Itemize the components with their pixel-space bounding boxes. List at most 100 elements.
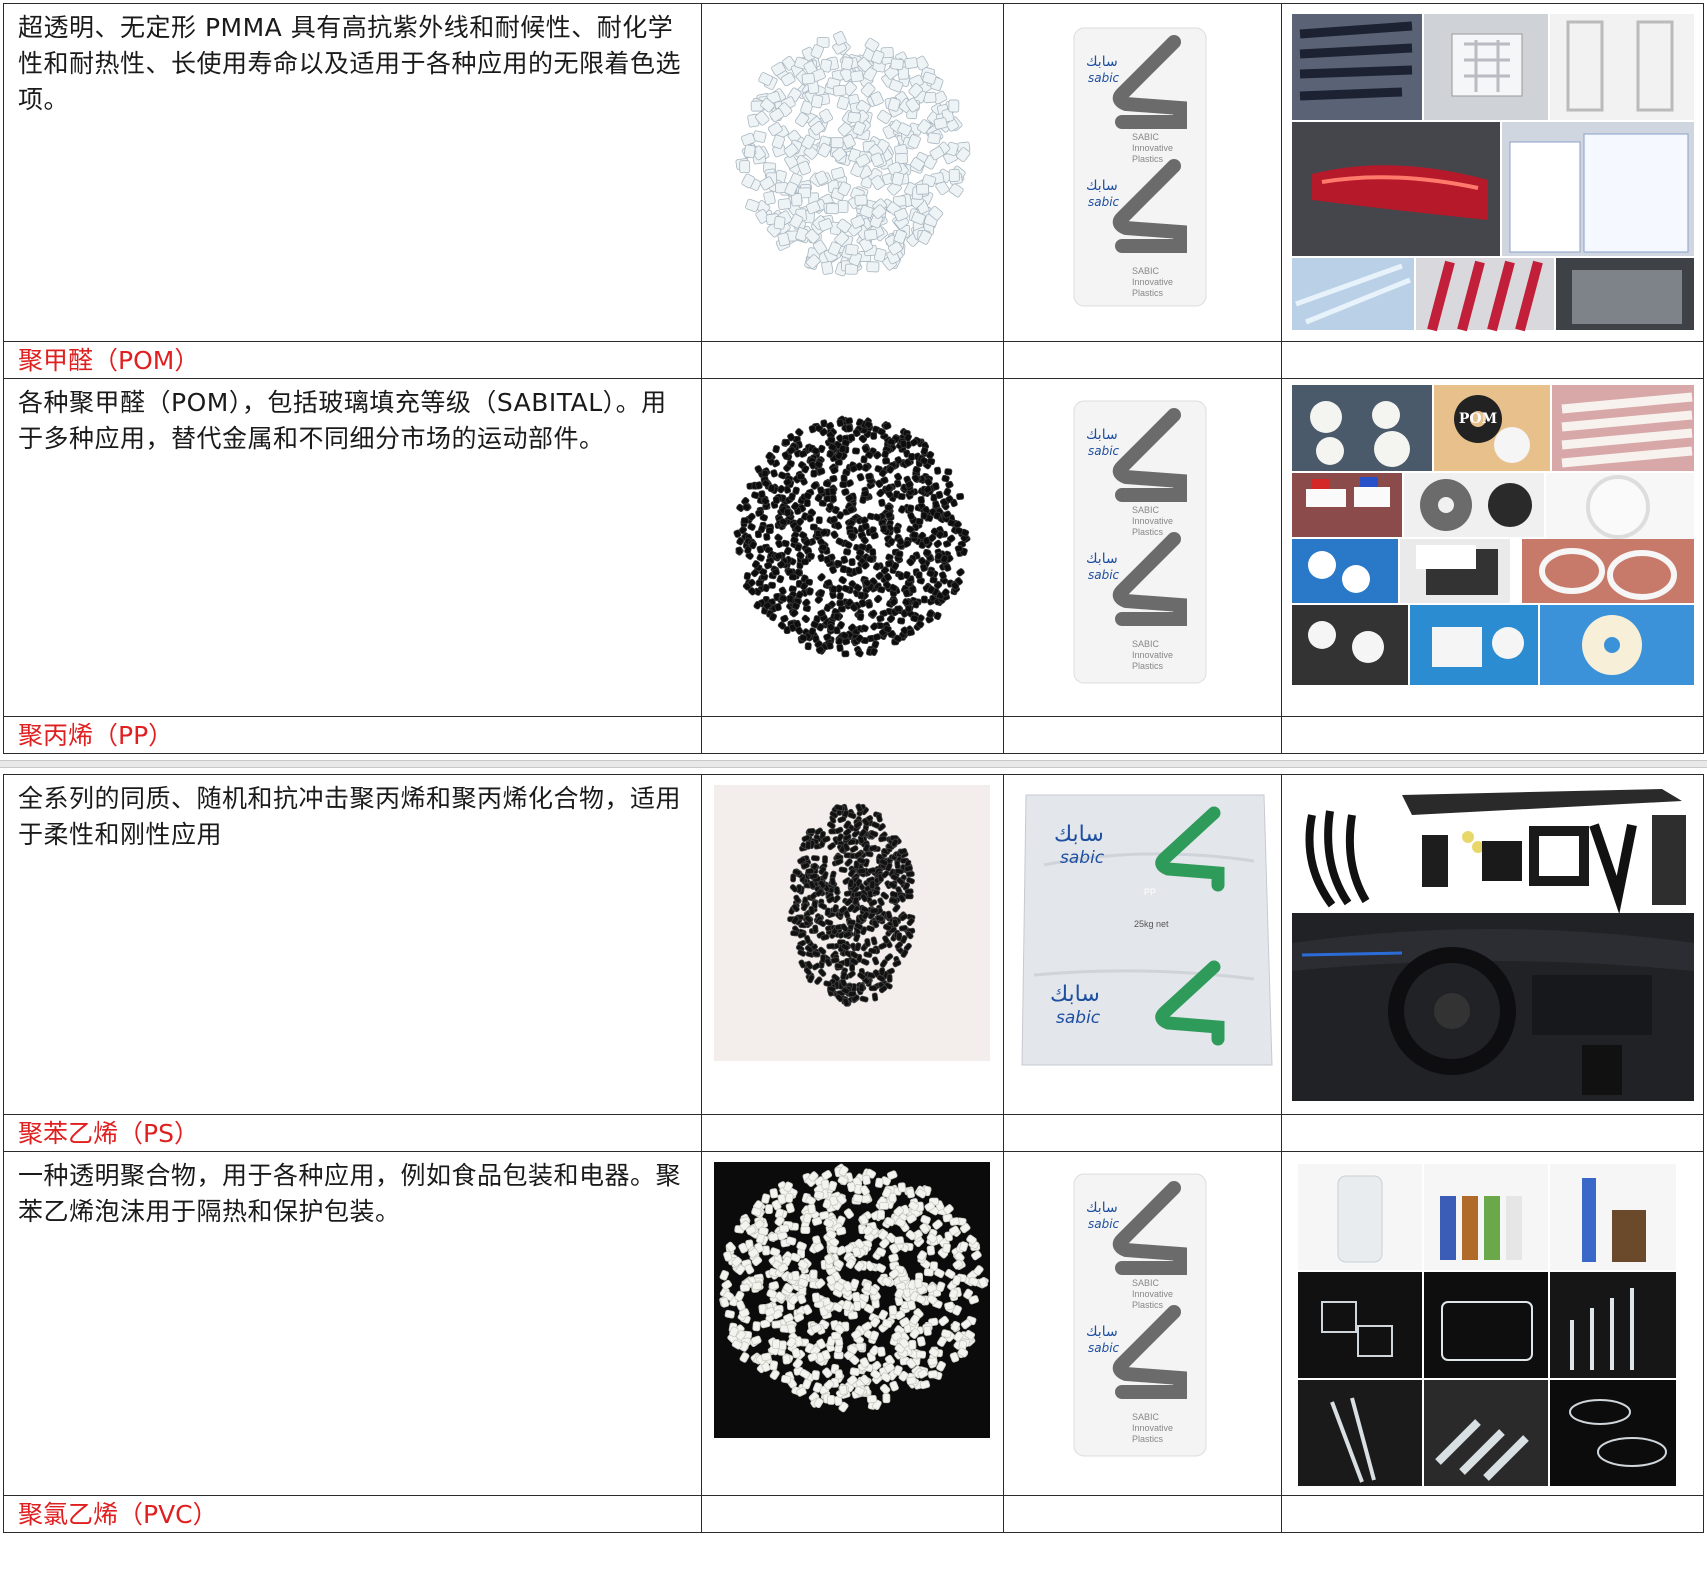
pellets-image-cell	[701, 1151, 1004, 1496]
pellet	[917, 495, 925, 505]
pellet	[743, 572, 752, 581]
pellet	[800, 1226, 811, 1234]
pellet	[906, 1376, 917, 1385]
pellet	[894, 868, 904, 875]
pellet	[880, 524, 888, 533]
pellet	[916, 1336, 926, 1347]
pellet	[914, 1278, 923, 1289]
pellet	[788, 573, 797, 581]
bag-caption-4: SABIC	[1132, 639, 1160, 649]
pellet	[796, 473, 805, 481]
pellet	[894, 472, 903, 482]
pellet	[908, 452, 916, 461]
pellet	[836, 95, 850, 111]
materials-table-1: 超透明、无定形 PMMA 具有高抗紫外线和耐候性、耐化学性和耐热性、长使用寿命以…	[3, 3, 1704, 754]
pellet	[885, 511, 894, 519]
pellet	[836, 643, 844, 652]
pellet	[927, 457, 936, 466]
materials-table-2: 全系列的同质、随机和抗冲击聚丙烯和聚丙烯化合物，适用于柔性和刚性应用 سابك …	[3, 774, 1704, 1533]
pellet	[956, 568, 965, 577]
pellet	[845, 424, 853, 433]
pellet	[829, 585, 838, 594]
pellet	[840, 56, 854, 71]
pellet	[852, 447, 860, 455]
pellet	[838, 866, 848, 874]
pellet	[810, 855, 820, 862]
bag-caption-2: Innovative	[1132, 1289, 1173, 1299]
pellet	[778, 1340, 787, 1351]
pellet	[843, 548, 852, 556]
pellet	[854, 194, 868, 206]
pellet	[775, 539, 784, 549]
pellet	[942, 1242, 951, 1254]
pellet	[772, 496, 780, 505]
pellet	[863, 951, 873, 958]
pellet	[826, 641, 834, 650]
pellet	[752, 1321, 761, 1332]
pellet	[774, 603, 782, 612]
pellet	[830, 137, 844, 149]
pellet	[866, 261, 880, 273]
pellet	[856, 612, 865, 621]
table-row: 超透明、无定形 PMMA 具有高抗紫外线和耐候性、耐化学性和耐热性、长使用寿命以…	[3, 3, 1704, 342]
pellet	[826, 943, 836, 950]
pellet	[886, 973, 893, 983]
pellet	[844, 417, 854, 425]
pellet	[747, 522, 756, 531]
bag-image-cell: سابك sabic SABIC Innovative Plastics ساب…	[1003, 1151, 1282, 1496]
pellet	[882, 1318, 893, 1328]
section-heading-ps: 聚苯乙烯（PS）	[18, 1119, 199, 1148]
pellet	[887, 438, 896, 446]
table-row: 聚氯乙烯（PVC）	[3, 1495, 1704, 1533]
pellet	[897, 1182, 907, 1193]
pellet	[878, 498, 886, 507]
pellet	[821, 1179, 830, 1190]
pellet	[769, 1188, 779, 1199]
pellet	[836, 418, 844, 427]
applications-image-cell	[1281, 3, 1704, 342]
pellet	[915, 571, 923, 580]
sabic-bag-image: سابك sabic SABIC Innovative Plastics ساب…	[1073, 27, 1207, 307]
bag-caption-1: SABIC	[1132, 1278, 1160, 1288]
bag-caption-4: SABIC	[1132, 1412, 1160, 1422]
pellet	[832, 84, 847, 97]
pellet	[927, 132, 941, 145]
pellet	[948, 168, 960, 182]
pellet	[934, 466, 942, 475]
bag-caption-6: Plastics	[1132, 1434, 1164, 1444]
pellet	[834, 962, 844, 970]
pellet	[807, 1203, 816, 1215]
pellet	[897, 492, 906, 501]
pellet	[803, 499, 811, 507]
pellet	[772, 1339, 780, 1349]
pellet	[922, 536, 931, 545]
table-row: 聚苯乙烯（PS）	[3, 1114, 1704, 1152]
bag-brand-latin-2: sabic	[1088, 1341, 1120, 1355]
pellet	[836, 592, 844, 601]
pellet	[782, 438, 791, 446]
pellet	[869, 880, 876, 890]
bag-brand-latin-2: sabic	[1056, 1008, 1101, 1028]
pellet	[844, 957, 851, 967]
pellet	[839, 1384, 848, 1395]
description-pom: 各种聚甲醛（POM），包括玻璃填充等级（SABITAL）。用于多种应用，替代金属…	[18, 388, 667, 453]
pellet	[739, 160, 751, 174]
pellet	[771, 568, 780, 576]
pellet	[865, 472, 874, 481]
pellet	[801, 614, 810, 624]
pellet	[809, 1269, 818, 1280]
pellet	[873, 594, 883, 604]
bag-brand-latin: sabic	[1088, 444, 1120, 458]
pellet	[755, 509, 764, 517]
pellet	[888, 897, 898, 904]
bag-caption-3: Plastics	[1132, 527, 1164, 537]
pellet	[837, 200, 849, 214]
pellet	[791, 1270, 800, 1281]
pellet	[833, 626, 841, 635]
pp-applications-collage	[1292, 783, 1694, 1101]
section-heading-pp: 聚丙烯（PP）	[18, 721, 174, 750]
pellet	[770, 469, 778, 478]
pellet	[906, 628, 915, 637]
black-pellets-image	[733, 415, 971, 658]
pellet	[839, 565, 848, 574]
